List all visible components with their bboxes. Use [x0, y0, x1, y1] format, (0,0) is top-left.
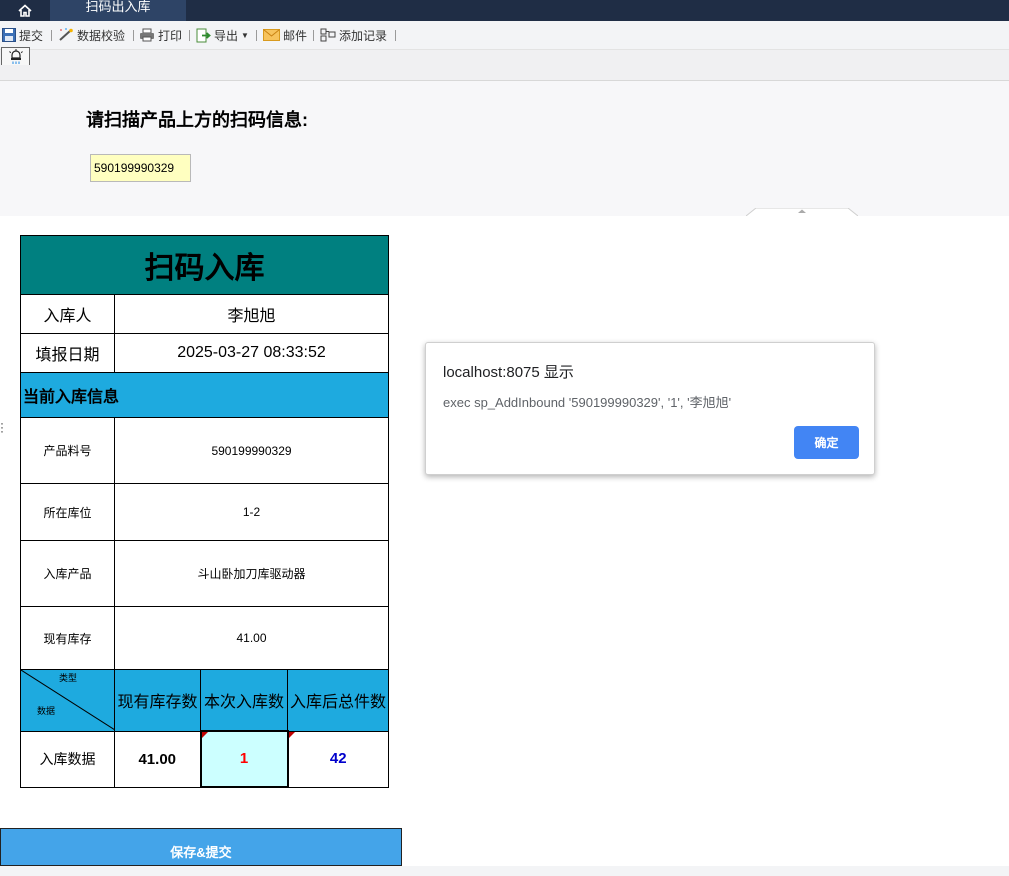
form-title: 扫码入库 [20, 235, 389, 295]
scan-input[interactable] [90, 154, 191, 182]
inbound-form: 扫码入库 入库人 李旭旭 填报日期 2025-03-27 08:33:52 当前… [20, 235, 389, 788]
validate-label: 数据校验 [77, 28, 126, 43]
top-nav-bar: 扫码出入库 [0, 0, 1009, 21]
wand-icon [59, 28, 73, 41]
alert-dialog: localhost:8075 显示 exec sp_AddInbound '59… [425, 342, 875, 475]
mail-button[interactable]: 邮件 [263, 27, 307, 43]
total-after-value: 42 [329, 750, 347, 767]
scan-prompt: 请扫描产品上方的扫码信息: [86, 110, 308, 130]
operator-label: 入库人 [20, 294, 115, 334]
home-button[interactable] [0, 0, 50, 21]
export-label: 导出 [214, 28, 239, 43]
more-vertical-icon[interactable]: · · · [0, 417, 4, 437]
add-record-icon [320, 28, 336, 42]
save-submit-button[interactable]: 保存&提交 [0, 828, 402, 866]
toolbar-divider [51, 30, 52, 41]
field-value: 1-2 [114, 483, 389, 541]
validate-button[interactable]: 数据校验 [58, 27, 125, 43]
printer-icon [140, 28, 154, 42]
mail-icon [263, 29, 280, 41]
print-button[interactable]: 打印 [139, 27, 182, 43]
export-button[interactable]: 导出 ▼ [196, 27, 249, 43]
toolbar: 提交 数据校验 打印 导出 ▼ 邮件 添加记录 [0, 21, 1009, 50]
col-header: 本次入库数 [200, 669, 288, 732]
field-value: 41.00 [114, 606, 389, 670]
alarm-icon [8, 49, 23, 64]
alarm-button[interactable] [1, 47, 30, 65]
toolbar-divider [133, 30, 134, 41]
data-row-label: 入库数据 [20, 730, 115, 788]
add-record-label: 添加记录 [339, 28, 388, 43]
diag-bottom-label: 数据 [37, 706, 56, 716]
dialog-message: exec sp_AddInbound '590199990329', '1', … [443, 395, 732, 410]
save-icon [2, 28, 16, 42]
dialog-ok-button[interactable]: 确定 [794, 426, 859, 459]
col-header: 现有库存数 [114, 669, 201, 732]
date-label: 填报日期 [20, 333, 115, 373]
diag-top-label: 类型 [59, 673, 78, 683]
tab-scan-inout[interactable]: 扫码出入库 [50, 0, 186, 21]
submit-button[interactable]: 提交 [2, 27, 43, 43]
scan-area [0, 81, 1009, 216]
col-header: 入库后总件数 [287, 669, 389, 732]
operator-value: 李旭旭 [114, 294, 389, 334]
submit-label: 提交 [19, 28, 44, 43]
print-label: 打印 [158, 28, 183, 43]
inbound-qty-value: 1 [239, 750, 249, 767]
field-value: 斗山卧加刀库驱动器 [114, 540, 389, 607]
toolbar-divider [395, 30, 396, 41]
toolbar-divider [256, 30, 257, 41]
dialog-title: localhost:8075 显示 [443, 364, 574, 381]
export-icon [196, 28, 211, 42]
date-value: 2025-03-27 08:33:52 [114, 333, 389, 373]
toolbar-divider [313, 30, 314, 41]
section-title: 当前入库信息 [20, 372, 389, 418]
home-icon [18, 4, 32, 17]
mail-label: 邮件 [283, 28, 308, 43]
add-record-button[interactable]: 添加记录 [320, 27, 387, 43]
total-after-cell: 42 [287, 730, 389, 788]
caret-down-icon: ▼ [241, 30, 249, 40]
collapse-toggle[interactable] [746, 208, 858, 216]
bottom-strip [0, 866, 1009, 876]
secondary-bar [0, 50, 1009, 81]
comment-marker-icon [201, 732, 208, 738]
diagonal-header-cell: 类型 数据 [20, 669, 115, 732]
field-label: 现有库存 [20, 606, 115, 670]
current-stock-value: 41.00 [114, 730, 201, 788]
inbound-qty-cell[interactable]: 1 [199, 730, 289, 788]
field-label: 入库产品 [20, 540, 115, 607]
comment-marker-icon [288, 731, 295, 738]
field-label: 产品料号 [20, 417, 115, 484]
field-value: 590199990329 [114, 417, 389, 484]
toolbar-divider [189, 30, 190, 41]
field-label: 所在库位 [20, 483, 115, 541]
